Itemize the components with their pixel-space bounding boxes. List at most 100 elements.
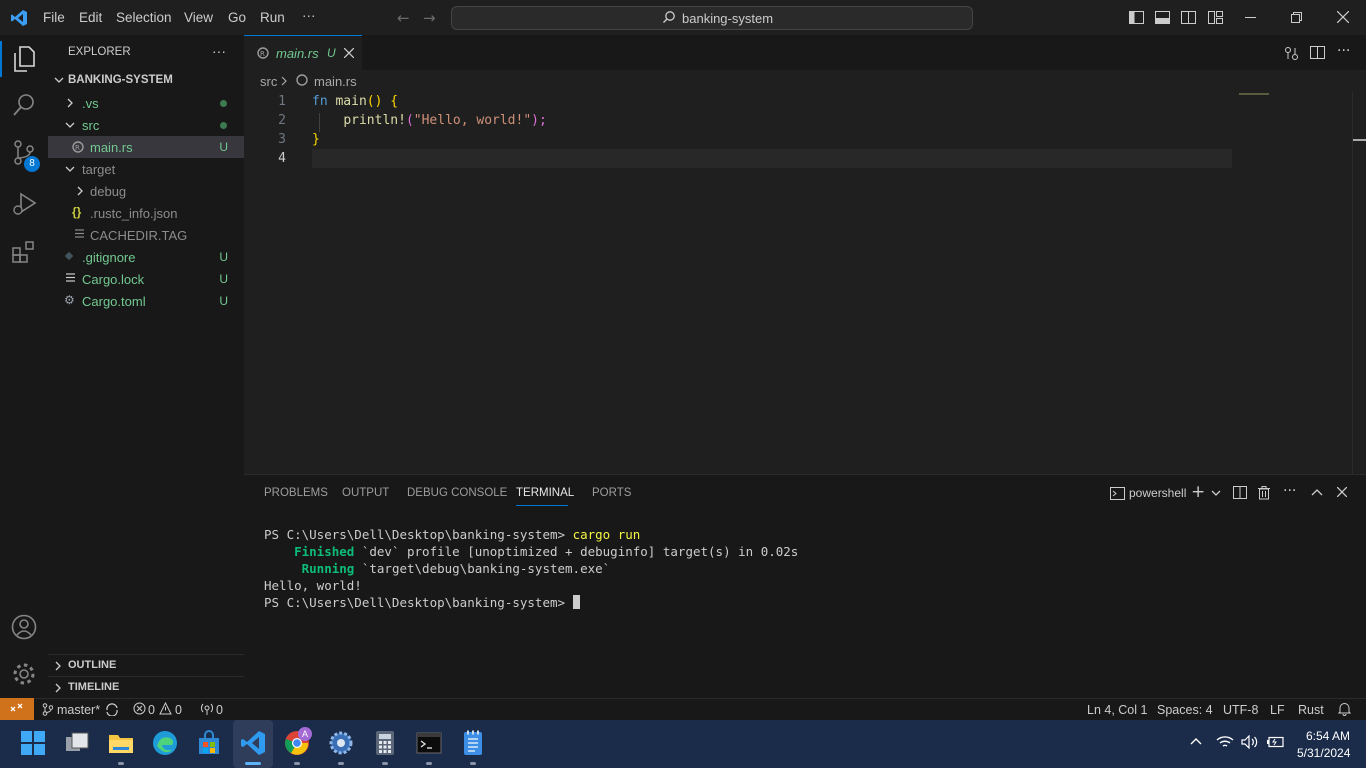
back-arrow-icon[interactable]: ← [397, 9, 410, 27]
tab-debug-console[interactable]: DEBUG CONSOLE [407, 487, 507, 499]
minimize-icon[interactable] [1245, 17, 1256, 18]
line-ending[interactable]: LF [1270, 703, 1285, 717]
tree-item-gitignore[interactable]: .gitignore U [48, 246, 244, 268]
git-branch[interactable]: master* [57, 703, 100, 717]
microsoft-store-icon[interactable] [196, 730, 222, 756]
command-center-search[interactable]: banking-system [451, 6, 973, 30]
volume-icon[interactable] [1241, 735, 1259, 749]
toggle-secondary-sidebar-icon[interactable] [1181, 11, 1196, 24]
root-folder-label: BANKING-SYSTEM [68, 74, 173, 86]
tree-item-cachedir[interactable]: CACHEDIR.TAG [48, 224, 244, 246]
task-view-icon[interactable] [64, 730, 90, 756]
terminal-app-icon[interactable] [416, 730, 442, 756]
menu-selection[interactable]: Selection [116, 10, 172, 25]
menu-go[interactable]: Go [228, 10, 246, 25]
tree-item-src[interactable]: src [48, 114, 244, 136]
tree-item-debug[interactable]: debug [48, 180, 244, 202]
clock-date[interactable]: 5/31/2024 [1297, 746, 1350, 760]
terminal-prompt: PS C:\Users\Dell\Desktop\banking-system> [264, 527, 573, 542]
timeline-section[interactable]: TIMELINE [48, 676, 244, 698]
warning-count[interactable]: 0 [175, 703, 182, 717]
toggle-primary-sidebar-icon[interactable] [1129, 11, 1144, 24]
encoding[interactable]: UTF-8 [1223, 703, 1258, 717]
tab-terminal[interactable]: TERMINAL [516, 487, 574, 499]
manage-gear-icon[interactable] [11, 661, 37, 687]
close-window-icon[interactable] [1337, 11, 1349, 23]
panel-more-icon[interactable]: ··· [1283, 483, 1296, 499]
trash-icon[interactable] [1258, 486, 1270, 500]
tree-item-main-rs[interactable]: R main.rs U [48, 136, 244, 158]
code-editor[interactable]: 1 2 3 4 fn main() { println!("Hello, wor… [244, 92, 1366, 474]
chevron-down-icon[interactable] [1211, 488, 1221, 498]
clock-time[interactable]: 6:54 AM [1306, 729, 1350, 743]
close-panel-icon[interactable] [1337, 487, 1347, 497]
calculator-icon[interactable] [372, 730, 398, 756]
accounts-icon[interactable] [11, 614, 37, 640]
tree-item-cargo-toml[interactable]: ⚙ Cargo.toml U [48, 290, 244, 312]
split-editor-icon[interactable] [1310, 46, 1325, 59]
outline-section[interactable]: OUTLINE [48, 654, 244, 676]
toggle-panel-icon[interactable] [1155, 11, 1170, 24]
error-count[interactable]: 0 [148, 703, 155, 717]
line-number: 1 [278, 94, 286, 109]
cursor-position[interactable]: Ln 4, Col 1 [1087, 703, 1147, 717]
tab-problems[interactable]: PROBLEMS [264, 487, 328, 499]
sync-icon[interactable] [105, 702, 119, 716]
breadcrumb-folder[interactable]: src [260, 74, 277, 89]
windows-start-icon[interactable] [20, 730, 46, 756]
tree-item-label: CACHEDIR.TAG [90, 228, 188, 243]
wifi-icon[interactable] [1216, 735, 1234, 749]
chevron-down-icon [65, 164, 75, 174]
run-debug-icon[interactable] [12, 191, 38, 217]
customize-layout-icon[interactable] [1208, 11, 1223, 24]
tree-item-cargo-lock[interactable]: Cargo.lock U [48, 268, 244, 290]
chevron-right-icon [76, 186, 84, 196]
shell-name[interactable]: powershell [1129, 486, 1186, 500]
tab-main-rs[interactable]: R main.rs U [244, 35, 362, 70]
forward-arrow-icon[interactable]: → [423, 9, 436, 27]
menu-more[interactable]: ··· [302, 8, 316, 23]
explorer-more-icon[interactable]: ··· [212, 43, 226, 59]
compare-changes-icon[interactable] [1284, 46, 1299, 61]
edge-browser-icon[interactable] [152, 730, 178, 756]
ports-icon [200, 702, 214, 715]
tab-ports[interactable]: PORTS [592, 487, 631, 499]
breadcrumb-file[interactable]: main.rs [314, 74, 357, 89]
restore-icon[interactable] [1291, 12, 1302, 23]
explorer-icon[interactable] [12, 46, 36, 72]
indentation[interactable]: Spaces: 4 [1157, 703, 1213, 717]
tree-item-target[interactable]: target [48, 158, 244, 180]
file-explorer-icon[interactable] [108, 730, 134, 756]
editor-scrollbar[interactable] [1352, 92, 1366, 474]
settings-gear-app-icon[interactable] [328, 730, 354, 756]
tree-item-rustc-info[interactable]: {} .rustc_info.json [48, 202, 244, 224]
text-file-icon [75, 228, 84, 240]
tray-overflow-chevron-icon[interactable] [1190, 737, 1202, 745]
remote-indicator[interactable] [0, 698, 34, 720]
menu-edit[interactable]: Edit [79, 10, 102, 25]
activity-bar: 8 [0, 35, 48, 698]
close-tab-icon[interactable] [344, 48, 354, 58]
extensions-icon[interactable] [12, 239, 38, 265]
language-mode[interactable]: Rust [1298, 703, 1324, 717]
notifications-bell-icon[interactable] [1338, 702, 1351, 716]
tree-item-vs[interactable]: .vs [48, 92, 244, 114]
minimap[interactable] [1239, 92, 1271, 98]
tab-output[interactable]: OUTPUT [342, 487, 389, 499]
split-terminal-icon[interactable] [1233, 486, 1247, 499]
vscode-logo-icon[interactable] [10, 9, 28, 27]
battery-icon[interactable] [1266, 736, 1284, 748]
new-terminal-icon[interactable]: + [1191, 482, 1205, 502]
menu-run[interactable]: Run [260, 10, 285, 25]
tree-item-label: Cargo.lock [82, 272, 145, 287]
search-view-icon[interactable] [12, 93, 36, 117]
explorer-root[interactable]: BANKING-SYSTEM [48, 70, 244, 92]
menu-view[interactable]: View [184, 10, 213, 25]
editor-more-icon[interactable]: ··· [1337, 43, 1350, 59]
notepad-icon[interactable] [460, 730, 486, 756]
maximize-panel-icon[interactable] [1311, 487, 1323, 497]
menu-file[interactable]: File [43, 10, 65, 25]
vscode-taskbar-icon[interactable] [240, 730, 266, 756]
ports-count[interactable]: 0 [216, 703, 223, 717]
terminal-line[interactable]: PS C:\Users\Dell\Desktop\banking-system> [264, 595, 580, 610]
